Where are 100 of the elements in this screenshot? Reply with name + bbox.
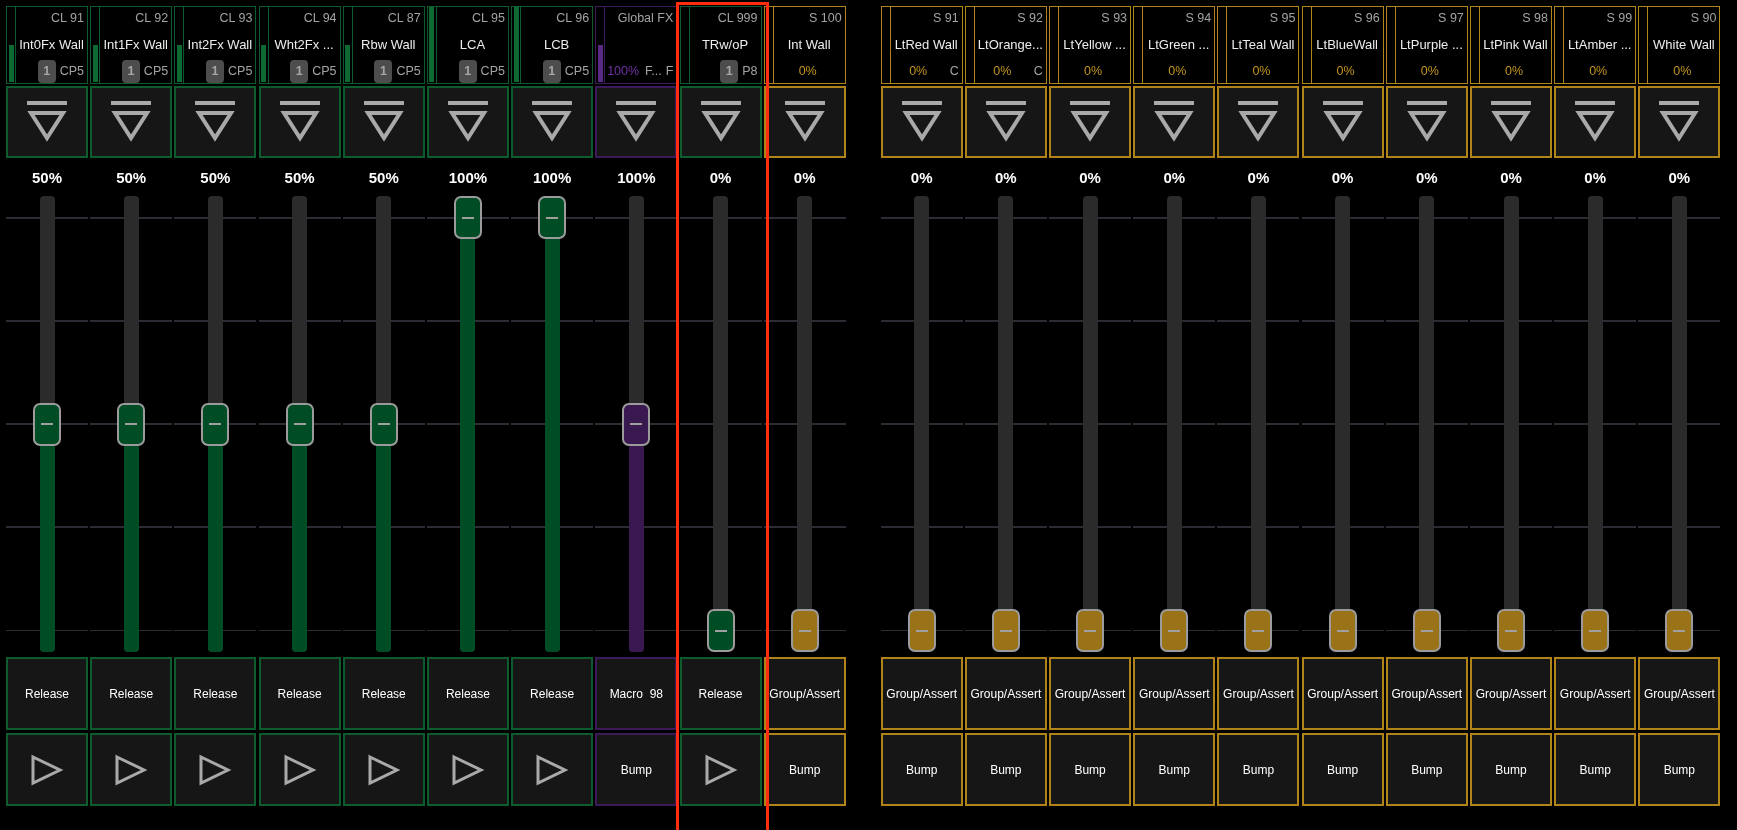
fader-button[interactable]: Bump xyxy=(1301,733,1384,806)
fader-thumb[interactable] xyxy=(1160,609,1189,652)
fader-button[interactable]: Bump xyxy=(1217,733,1300,806)
fader-track[interactable] xyxy=(1665,196,1694,652)
fader-top-button[interactable] xyxy=(1470,86,1552,158)
fader-top-button[interactable] xyxy=(679,86,762,158)
fader-track[interactable] xyxy=(201,196,230,652)
fader-thumb[interactable] xyxy=(33,402,61,446)
fader-top-button[interactable] xyxy=(1049,86,1132,158)
fader-track[interactable] xyxy=(1581,196,1610,652)
fader-track[interactable] xyxy=(790,196,819,652)
play-button[interactable] xyxy=(90,733,173,806)
fader-track[interactable] xyxy=(991,196,1020,652)
fader-button[interactable]: Release xyxy=(174,657,257,730)
fader-button[interactable]: Group/Assert xyxy=(1385,657,1468,730)
fader-button[interactable]: Group/Assert xyxy=(1470,657,1552,730)
fader-top-button[interactable] xyxy=(342,86,425,158)
fader-button[interactable]: Group/Assert xyxy=(763,657,846,730)
fader-thumb[interactable] xyxy=(285,402,314,446)
fader-top-button[interactable] xyxy=(90,86,173,158)
fader-thumb[interactable] xyxy=(622,402,651,446)
play-button[interactable] xyxy=(6,733,88,806)
fader-thumb[interactable] xyxy=(369,402,398,446)
fader-track[interactable] xyxy=(1244,196,1273,652)
fader-button[interactable]: Bump xyxy=(763,733,846,806)
fader-top-button[interactable] xyxy=(1638,86,1721,158)
fader-top-button[interactable] xyxy=(595,86,678,158)
fader-thumb[interactable] xyxy=(1244,609,1273,652)
fader-track[interactable] xyxy=(1076,196,1105,652)
fader-button[interactable]: Release xyxy=(258,657,341,730)
fader-button[interactable]: Group/Assert xyxy=(1554,657,1637,730)
fader-button[interactable]: Bump xyxy=(1385,733,1468,806)
fader-button[interactable]: Group/Assert xyxy=(1217,657,1300,730)
fader-top-button[interactable] xyxy=(964,86,1047,158)
fader-top-button[interactable] xyxy=(1301,86,1384,158)
fader-button[interactable]: Release xyxy=(426,657,509,730)
fader-track[interactable] xyxy=(1328,196,1357,652)
fader-track[interactable] xyxy=(622,196,651,652)
fader-track[interactable] xyxy=(117,196,146,652)
fader-button[interactable]: Group/Assert xyxy=(880,657,963,730)
fader-track[interactable] xyxy=(1160,196,1189,652)
fader-button[interactable]: Bump xyxy=(1554,733,1637,806)
fader-thumb[interactable] xyxy=(1412,609,1441,652)
fader-top-button[interactable] xyxy=(1217,86,1300,158)
fader-thumb[interactable] xyxy=(201,402,230,446)
play-button[interactable] xyxy=(258,733,341,806)
play-button[interactable] xyxy=(174,733,257,806)
fader-top-button[interactable] xyxy=(763,86,846,158)
fader-button[interactable]: Release xyxy=(90,657,173,730)
fader-thumb[interactable] xyxy=(117,402,146,446)
play-button[interactable] xyxy=(511,733,594,806)
fader-track[interactable] xyxy=(369,196,398,652)
fader-thumb[interactable] xyxy=(1497,609,1525,652)
fader-button[interactable]: Group/Assert xyxy=(1049,657,1132,730)
fader-thumb[interactable] xyxy=(1665,609,1694,652)
fader-button[interactable]: Bump xyxy=(595,733,678,806)
fader-button[interactable]: Bump xyxy=(964,733,1047,806)
fader-button[interactable]: Macro 98 xyxy=(595,657,678,730)
play-button[interactable] xyxy=(342,733,425,806)
fader-track[interactable] xyxy=(33,196,61,652)
fader-track[interactable] xyxy=(1497,196,1525,652)
fader-button[interactable]: Release xyxy=(342,657,425,730)
fader-top-button[interactable] xyxy=(1133,86,1216,158)
fader-top-button[interactable] xyxy=(174,86,257,158)
fader-top-button[interactable] xyxy=(1554,86,1637,158)
fader-thumb[interactable] xyxy=(1328,609,1357,652)
fader-top-button[interactable] xyxy=(511,86,594,158)
fader-button[interactable]: Group/Assert xyxy=(1133,657,1216,730)
fader-track[interactable] xyxy=(1412,196,1441,652)
fader-thumb[interactable] xyxy=(907,609,936,652)
fader-top-button[interactable] xyxy=(880,86,963,158)
fader-button[interactable]: Release xyxy=(6,657,88,730)
fader-thumb[interactable] xyxy=(1076,609,1105,652)
fader-track[interactable] xyxy=(453,196,482,652)
fader-button[interactable]: Group/Assert xyxy=(964,657,1047,730)
play-button[interactable] xyxy=(426,733,509,806)
fader-track[interactable] xyxy=(538,196,567,652)
fader-track[interactable] xyxy=(285,196,314,652)
fader-button[interactable]: Bump xyxy=(1638,733,1721,806)
fader-button[interactable]: Release xyxy=(511,657,594,730)
fader-thumb[interactable] xyxy=(706,609,735,652)
fader-button[interactable]: Bump xyxy=(1049,733,1132,806)
fader-thumb[interactable] xyxy=(991,609,1020,652)
fader-button[interactable]: Group/Assert xyxy=(1638,657,1721,730)
fader-track[interactable] xyxy=(907,196,936,652)
fader-top-button[interactable] xyxy=(426,86,509,158)
fader-top-button[interactable] xyxy=(1385,86,1468,158)
fader-thumb[interactable] xyxy=(1581,609,1610,652)
fader-top-button[interactable] xyxy=(258,86,341,158)
fader-top-button[interactable] xyxy=(6,86,88,158)
fader-button[interactable]: Release xyxy=(679,657,762,730)
fader-button[interactable]: Bump xyxy=(1470,733,1552,806)
play-button[interactable] xyxy=(679,733,762,806)
fader-button[interactable]: Group/Assert xyxy=(1301,657,1384,730)
fader-button[interactable]: Bump xyxy=(1133,733,1216,806)
fader-track[interactable] xyxy=(706,196,735,652)
fader-thumb[interactable] xyxy=(790,609,819,652)
fader-thumb[interactable] xyxy=(453,196,482,239)
fader-thumb[interactable] xyxy=(538,196,567,239)
fader-button[interactable]: Bump xyxy=(880,733,963,806)
